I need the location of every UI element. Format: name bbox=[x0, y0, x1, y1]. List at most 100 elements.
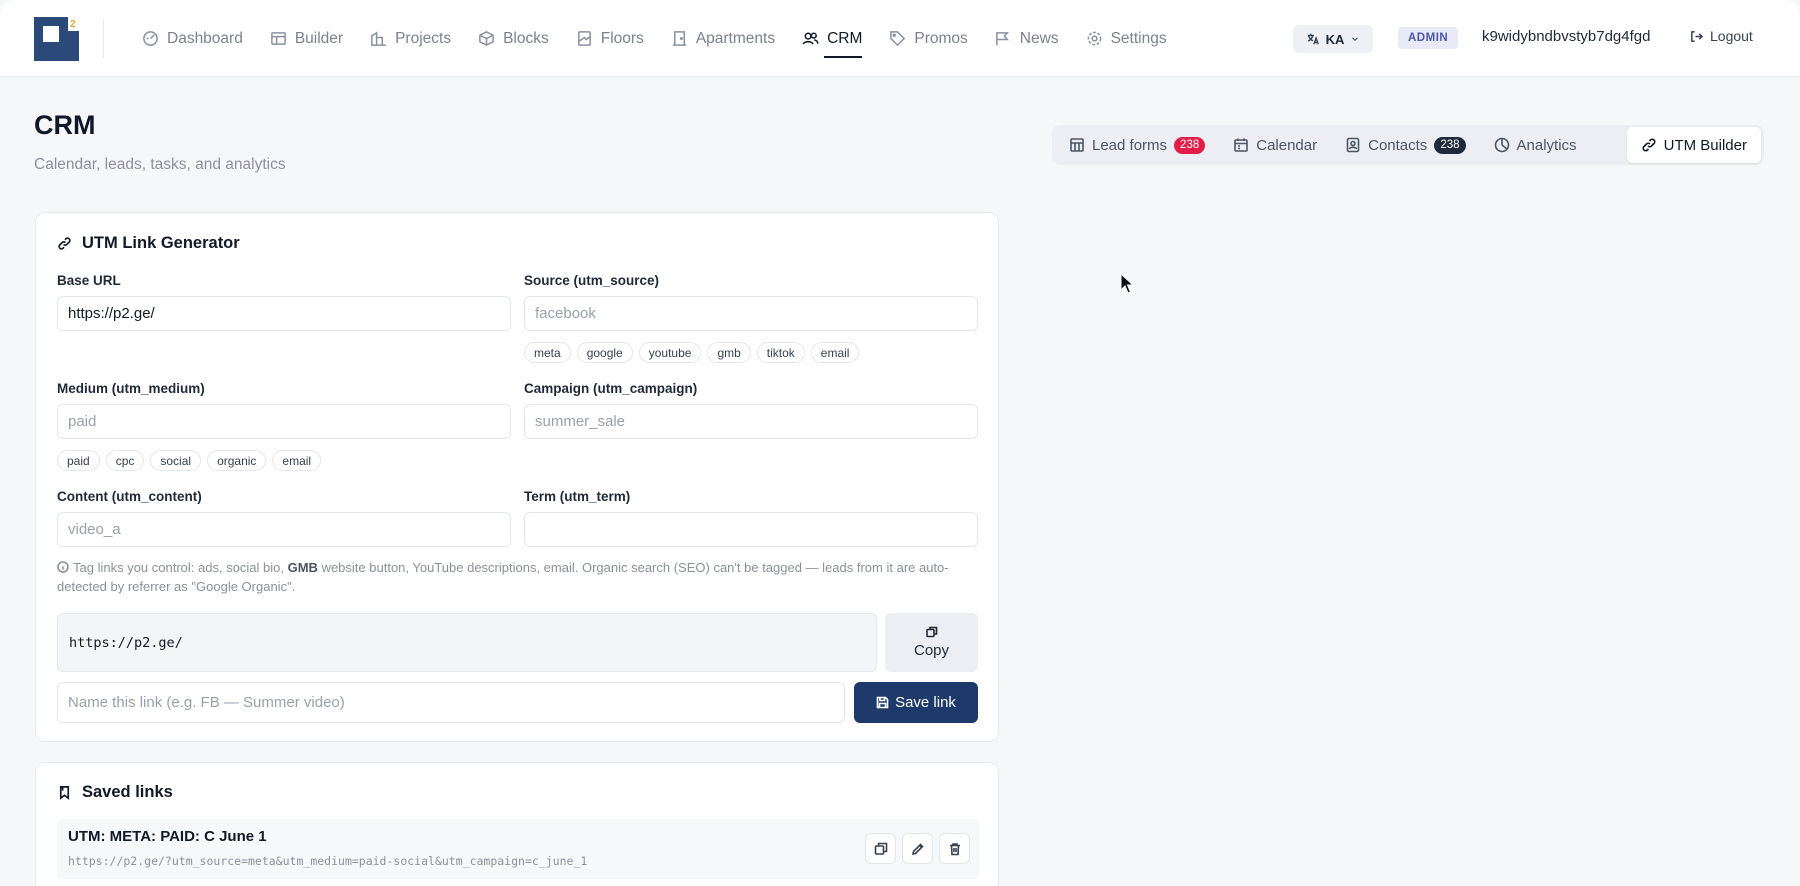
hint-text-bold: GMB bbox=[287, 560, 318, 575]
nav-item-projects[interactable]: Projects bbox=[370, 0, 451, 77]
content-label: Content (utm_content) bbox=[57, 489, 202, 504]
nav-label: Builder bbox=[294, 29, 344, 47]
top-navigation: 2 Dashboard Builder Projects Blocks Floo… bbox=[0, 0, 1800, 77]
lead-forms-icon bbox=[1070, 138, 1084, 152]
username[interactable]: k9widybndbvstyb7dg4fgd bbox=[1482, 28, 1650, 45]
base-url-input[interactable] bbox=[57, 296, 511, 331]
link-icon bbox=[58, 237, 71, 250]
source-chip[interactable]: tiktok bbox=[756, 342, 805, 363]
generated-url-preview[interactable]: https://p2.ge/ bbox=[57, 613, 877, 672]
copy-saved-link-button[interactable] bbox=[865, 833, 896, 864]
nav-item-settings[interactable]: Settings bbox=[1086, 0, 1167, 77]
tab-contacts[interactable]: Contacts 238 bbox=[1331, 127, 1479, 163]
card-title: Saved links bbox=[57, 783, 173, 802]
nav-item-blocks[interactable]: Blocks bbox=[478, 0, 549, 77]
card-title-text: UTM Link Generator bbox=[82, 234, 240, 252]
logout-button[interactable]: Logout bbox=[1690, 28, 1753, 44]
copy-icon bbox=[925, 626, 937, 638]
saved-link-row: UTM: META: PAID: C June 1 https://p2.ge/… bbox=[57, 819, 979, 879]
svg-text:2: 2 bbox=[70, 19, 76, 30]
campaign-input[interactable] bbox=[524, 404, 978, 439]
nav-item-promos[interactable]: Promos bbox=[889, 0, 968, 77]
nav-label: News bbox=[1019, 29, 1059, 47]
tab-utm-builder[interactable]: UTM Builder bbox=[1626, 127, 1761, 163]
crm-tabs: Lead forms 238 Calendar Contacts 238 Ana… bbox=[1052, 125, 1764, 165]
info-icon bbox=[57, 561, 69, 573]
tab-label: UTM Builder bbox=[1663, 136, 1747, 154]
source-chip[interactable]: email bbox=[810, 342, 860, 363]
source-input[interactable] bbox=[524, 296, 978, 331]
source-chip[interactable]: youtube bbox=[638, 342, 702, 363]
campaign-label: Campaign (utm_campaign) bbox=[524, 381, 698, 396]
medium-chips: paid cpc social organic email bbox=[57, 450, 322, 471]
nav-item-dashboard[interactable]: Dashboard bbox=[142, 0, 243, 77]
saved-links-card: Saved links UTM: META: PAID: C June 1 ht… bbox=[35, 762, 999, 886]
trash-icon bbox=[949, 842, 960, 855]
save-link-label: Save link bbox=[895, 694, 956, 711]
contacts-count-badge: 238 bbox=[1434, 136, 1466, 154]
save-link-button[interactable]: Save link bbox=[854, 682, 978, 723]
save-icon bbox=[876, 696, 889, 709]
app-window: 2 Dashboard Builder Projects Blocks Floo… bbox=[0, 0, 1800, 886]
nav-item-apartments[interactable]: Apartments bbox=[671, 0, 775, 77]
medium-chip[interactable]: social bbox=[150, 450, 202, 471]
builder-icon bbox=[270, 32, 286, 45]
blocks-icon bbox=[479, 31, 494, 46]
nav-item-builder[interactable]: Builder bbox=[270, 0, 343, 77]
tab-lead-forms[interactable]: Lead forms 238 bbox=[1055, 127, 1219, 163]
source-chip[interactable]: meta bbox=[524, 342, 571, 363]
link-name-input[interactable] bbox=[57, 682, 845, 723]
nav-item-news[interactable]: News bbox=[995, 0, 1059, 77]
delete-saved-link-button[interactable] bbox=[939, 833, 970, 864]
mouse-cursor-icon bbox=[1120, 273, 1134, 294]
source-chip[interactable]: gmb bbox=[707, 342, 751, 363]
nav-label: Blocks bbox=[503, 29, 549, 47]
medium-chip[interactable]: cpc bbox=[105, 450, 145, 471]
link-icon bbox=[1642, 138, 1656, 152]
nav-item-crm[interactable]: CRM bbox=[802, 0, 863, 77]
nav-item-floors[interactable]: Floors bbox=[576, 0, 644, 77]
source-chip[interactable]: google bbox=[576, 342, 633, 363]
dashboard-icon bbox=[143, 31, 158, 46]
gear-icon bbox=[1087, 31, 1101, 46]
card-title-text: Saved links bbox=[82, 783, 173, 801]
nav-label: Dashboard bbox=[167, 29, 243, 47]
news-icon bbox=[995, 32, 1009, 46]
medium-label: Medium (utm_medium) bbox=[57, 381, 205, 396]
logout-label: Logout bbox=[1710, 28, 1753, 44]
nav-label: Promos bbox=[914, 29, 968, 47]
crm-icon bbox=[802, 32, 819, 45]
tag-icon bbox=[890, 31, 906, 47]
calendar-icon bbox=[1234, 138, 1249, 152]
medium-chip[interactable]: email bbox=[272, 450, 322, 471]
base-url-label: Base URL bbox=[57, 273, 121, 288]
nav-label: Apartments bbox=[695, 29, 776, 47]
tab-analytics[interactable]: Analytics bbox=[1480, 127, 1591, 163]
tab-label: Analytics bbox=[1516, 136, 1577, 154]
tab-label: Contacts bbox=[1368, 136, 1428, 154]
tab-label: Calendar bbox=[1256, 136, 1318, 154]
medium-chip[interactable]: paid bbox=[57, 450, 100, 471]
utm-hint: Tag links you control: ads, social bio, … bbox=[57, 558, 967, 596]
apartments-icon bbox=[672, 31, 686, 46]
source-label: Source (utm_source) bbox=[524, 273, 660, 288]
bookmark-icon bbox=[59, 786, 70, 800]
tab-calendar[interactable]: Calendar bbox=[1219, 127, 1331, 163]
language-selector[interactable]: KA bbox=[1293, 25, 1373, 53]
chevron-down-icon bbox=[1352, 37, 1359, 41]
copy-button[interactable]: Copy bbox=[885, 613, 978, 672]
copy-label: Copy bbox=[913, 642, 950, 659]
copy-icon bbox=[874, 842, 887, 855]
content-input[interactable] bbox=[57, 512, 511, 547]
source-chips: meta google youtube gmb tiktok email bbox=[524, 342, 860, 363]
medium-input[interactable] bbox=[57, 404, 511, 439]
contacts-icon bbox=[1346, 137, 1360, 153]
medium-chip[interactable]: organic bbox=[207, 450, 267, 471]
term-input[interactable] bbox=[524, 512, 978, 547]
term-label: Term (utm_term) bbox=[524, 489, 631, 504]
pencil-icon bbox=[911, 842, 924, 855]
logout-icon bbox=[1691, 30, 1703, 42]
logo[interactable]: 2 bbox=[34, 17, 80, 61]
saved-link-url: https://p2.ge/?utm_source=meta&utm_mediu… bbox=[68, 854, 588, 868]
edit-saved-link-button[interactable] bbox=[902, 833, 933, 864]
